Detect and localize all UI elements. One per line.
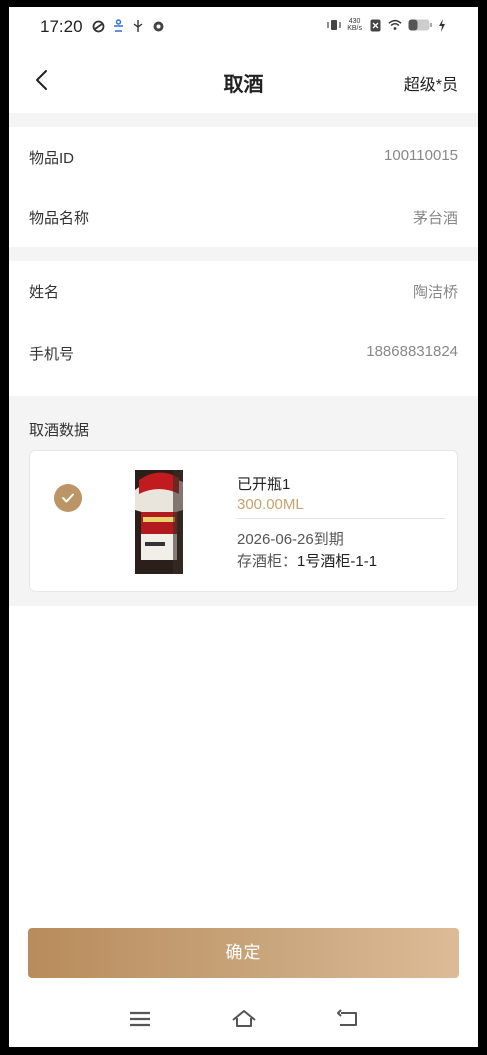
confirm-button[interactable]: 确定 [28, 928, 459, 978]
customer-name-row: 姓名 陶洁桥 [9, 261, 478, 321]
system-nav-bar [9, 997, 478, 1047]
section-gap [9, 247, 478, 261]
vibrate-icon [327, 18, 341, 32]
home-icon[interactable] [229, 1007, 259, 1031]
sync-icon [91, 19, 105, 33]
cabinet-label: 存酒柜： [237, 553, 298, 570]
network-speed: 430 KB/s [347, 18, 362, 32]
phone-row: 手机号 18868831824 [9, 323, 478, 383]
item-id-value: 100110015 [384, 147, 458, 164]
sim-off-icon [368, 18, 382, 32]
charging-icon [438, 18, 446, 32]
user-label: 超级*员 [403, 77, 458, 94]
nav-bar: 取酒 超级*员 [9, 47, 478, 113]
expiry-date: 2026-06-26到期 [237, 531, 344, 548]
wifi-icon [388, 18, 402, 32]
menu-icon[interactable] [125, 1007, 155, 1031]
item-name-label: 物品名称 [29, 210, 90, 227]
customer-name-label: 姓名 [29, 284, 60, 301]
selected-checkbox[interactable] [54, 484, 82, 512]
status-time: 17:20 [40, 17, 83, 36]
battery-icon [408, 18, 432, 32]
item-id-row: 物品ID 100110015 [9, 127, 478, 187]
customer-name-value: 陶洁桥 [412, 284, 458, 301]
bottle-status: 已开瓶1 [237, 476, 291, 493]
section-gap [9, 113, 478, 127]
status-bar: 17:20 430 KB/s [9, 7, 478, 47]
speed-unit: KB/s [347, 25, 362, 32]
app-screen: 17:20 430 KB/s 取酒 超级*员 物品ID 100110015 物品… [9, 7, 478, 1047]
cabinet-info: 存酒柜：1号酒柜-1-1 [237, 550, 377, 571]
settings-icon [151, 19, 165, 33]
usb-icon [131, 19, 145, 33]
card-divider [237, 518, 445, 519]
phone-label: 手机号 [29, 346, 75, 363]
bottle-volume: 300.00ML [237, 496, 304, 513]
item-id-label: 物品ID [29, 150, 75, 167]
item-name-value: 茅台酒 [412, 210, 458, 227]
status-right-icons: 430 KB/s [327, 18, 446, 32]
wine-bottle-image [135, 470, 183, 574]
phone-value: 18868831824 [366, 343, 458, 360]
back-icon[interactable] [333, 1007, 363, 1031]
speed-value: 430 [348, 18, 361, 25]
accessibility-icon [111, 19, 125, 33]
cabinet-value: 1号酒柜-1-1 [297, 553, 378, 570]
wine-record-card[interactable]: 已开瓶1 300.00ML 2026-06-26到期 存酒柜：1号酒柜-1-1 [29, 450, 458, 592]
item-name-row: 物品名称 茅台酒 [9, 187, 478, 247]
checkmark-icon [62, 493, 74, 503]
status-left-icons [91, 19, 165, 33]
withdraw-section-title: 取酒数据 [29, 422, 90, 439]
